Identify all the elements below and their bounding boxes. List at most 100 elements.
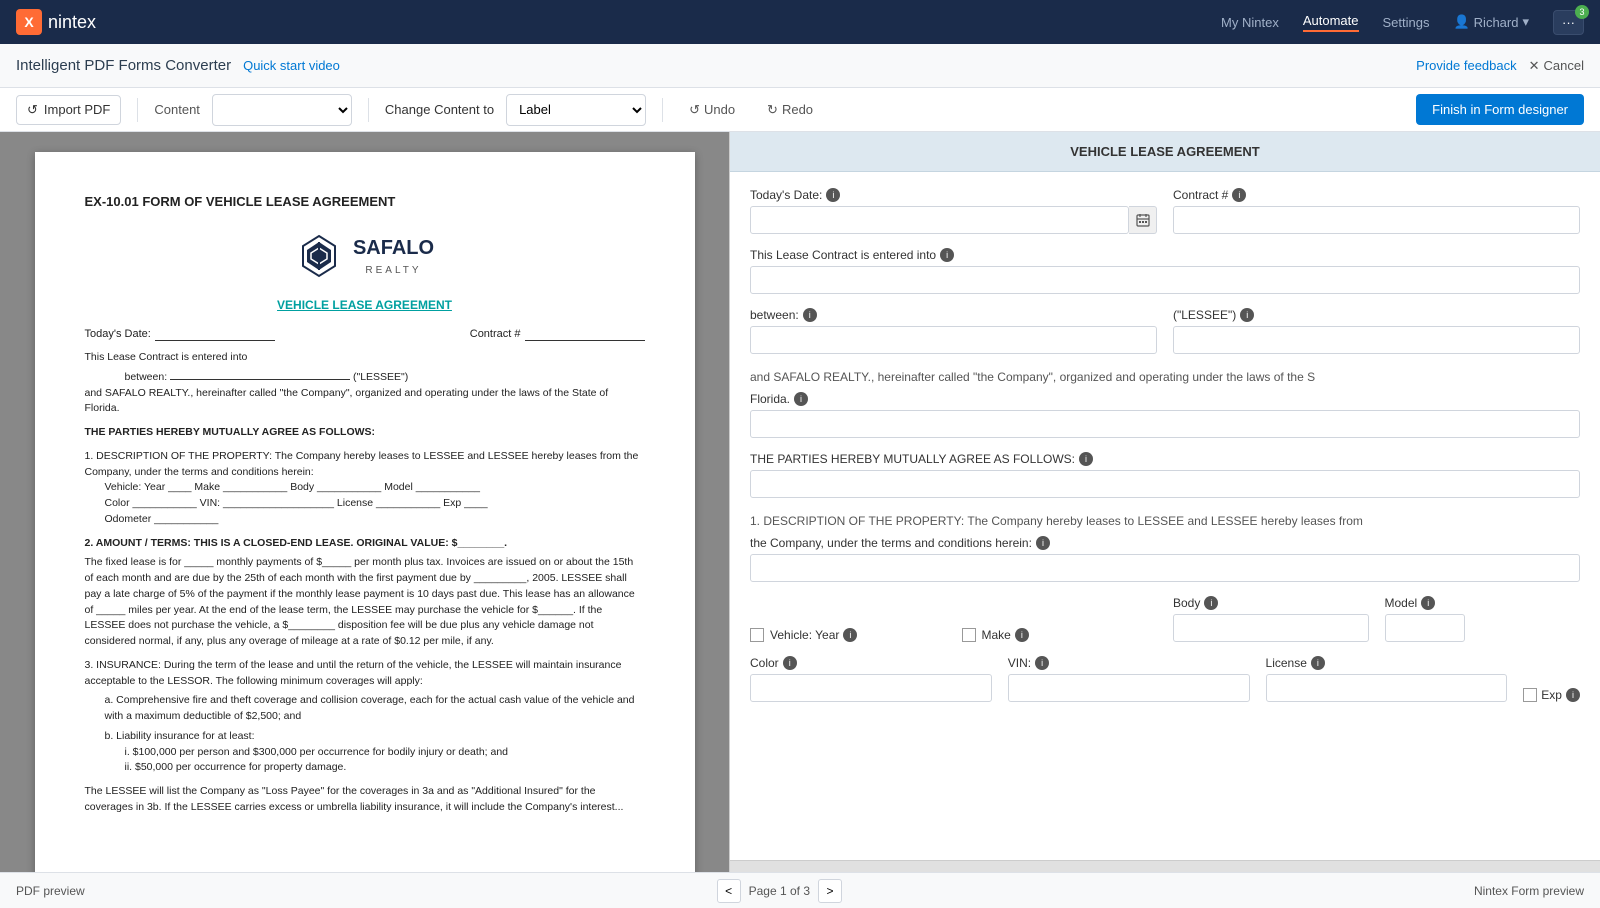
florida-label: Florida. i <box>750 392 1580 406</box>
main-area: EX-10.01 FORM OF VEHICLE LEASE AGREEMENT… <box>0 132 1600 872</box>
content-label: Content <box>154 102 200 117</box>
content-select[interactable] <box>212 94 352 126</box>
pdf-logo-area: SAFALO REALTY <box>85 232 645 280</box>
pdf-doc-title: EX-10.01 FORM OF VEHICLE LEASE AGREEMENT <box>85 192 645 212</box>
lessee-info-icon[interactable]: i <box>1240 308 1254 322</box>
undo-label: Undo <box>704 102 735 117</box>
contract-num-info-icon[interactable]: i <box>1232 188 1246 202</box>
undo-button[interactable]: ↺ Undo <box>679 96 745 124</box>
pdf-scroll-area[interactable]: EX-10.01 FORM OF VEHICLE LEASE AGREEMENT… <box>0 132 729 872</box>
make-check-group: Make i <box>962 596 1158 642</box>
sub-header: Intelligent PDF Forms Converter Quick st… <box>0 44 1600 88</box>
contract-num-label: Contract # i <box>1173 188 1580 202</box>
form-model-group: Model i <box>1385 596 1581 642</box>
florida-info-icon[interactable]: i <box>794 392 808 406</box>
parties-input[interactable] <box>750 470 1580 498</box>
form-lessee-group: ("LESSEE") i <box>1173 308 1580 354</box>
refresh-icon: ↺ <box>27 102 38 118</box>
nav-automate[interactable]: Automate <box>1303 13 1359 32</box>
finish-in-form-designer-button[interactable]: Finish in Form designer <box>1416 94 1584 125</box>
change-content-select[interactable]: Label <box>506 94 646 126</box>
safalo-company-name: SAFALO REALTY <box>353 233 434 278</box>
form-today-date-group: Today's Date: i <box>750 188 1157 234</box>
vin-input[interactable] <box>1008 674 1250 702</box>
pdf-panel: EX-10.01 FORM OF VEHICLE LEASE AGREEMENT… <box>0 132 730 872</box>
form-vehicle-row2: Color i VIN: i License i <box>750 656 1580 702</box>
between-input[interactable] <box>750 326 1157 354</box>
nintex-x-logo: X <box>16 9 42 35</box>
color-info-icon[interactable]: i <box>783 656 797 670</box>
form-horizontal-scrollbar[interactable] <box>730 860 1600 872</box>
prev-page-button[interactable]: < <box>717 879 741 903</box>
redo-button[interactable]: ↻ Redo <box>757 96 823 124</box>
next-page-button[interactable]: > <box>818 879 842 903</box>
company-terms-input[interactable] <box>750 554 1580 582</box>
redo-label: Redo <box>782 102 813 117</box>
pdf-footer-text: The LESSEE will list the Company as "Los… <box>85 784 645 816</box>
sub-header-left: Intelligent PDF Forms Converter Quick st… <box>16 57 340 74</box>
lease-intro-input[interactable] <box>750 266 1580 294</box>
license-input[interactable] <box>1266 674 1508 702</box>
bottom-bar: PDF preview < Page 1 of 3 > Nintex Form … <box>0 872 1600 908</box>
change-content-label: Change Content to <box>385 102 494 117</box>
nav-settings[interactable]: Settings <box>1383 15 1430 30</box>
toolbar-divider-1 <box>137 98 138 122</box>
body-info-icon[interactable]: i <box>1204 596 1218 610</box>
pdf-vehicle-lease-title: VEHICLE LEASE AGREEMENT <box>85 296 645 314</box>
contract-num-input[interactable] <box>1173 206 1580 234</box>
parties-info-icon[interactable]: i <box>1079 452 1093 466</box>
vehicle-year-info-icon[interactable]: i <box>843 628 857 642</box>
pagination: < Page 1 of 3 > <box>717 879 842 903</box>
safalo-text-block: and SAFALO REALTY., hereinafter called "… <box>750 368 1580 386</box>
today-date-wrapper <box>750 206 1157 234</box>
make-label: Make i <box>982 628 1158 642</box>
pdf-contract-field: Contract # <box>470 326 645 343</box>
feedback-link[interactable]: Provide feedback <box>1416 58 1516 73</box>
undo-icon: ↺ <box>689 102 700 118</box>
vin-info-icon[interactable]: i <box>1035 656 1049 670</box>
lease-intro-info-icon[interactable]: i <box>940 248 954 262</box>
more-options-button[interactable]: ··· 3 <box>1553 10 1584 35</box>
form-panel[interactable]: VEHICLE LEASE AGREEMENT Today's Date: i <box>730 132 1600 872</box>
today-date-label: Today's Date: i <box>750 188 1157 202</box>
import-pdf-label: Import PDF <box>44 102 110 117</box>
florida-input[interactable] <box>750 410 1580 438</box>
exp-checkbox[interactable] <box>1523 688 1537 702</box>
safalo-logo-icon <box>295 232 343 280</box>
body-label: Body i <box>1173 596 1369 610</box>
vehicle-year-checkbox[interactable] <box>750 628 764 642</box>
body-input[interactable] <box>1173 614 1369 642</box>
make-info-icon[interactable]: i <box>1015 628 1029 642</box>
company-terms-info-icon[interactable]: i <box>1036 536 1050 550</box>
make-checkbox[interactable] <box>962 628 976 642</box>
user-name: Richard <box>1474 15 1519 30</box>
today-date-input[interactable] <box>750 206 1129 234</box>
model-info-icon[interactable]: i <box>1421 596 1435 610</box>
quick-start-link[interactable]: Quick start video <box>243 58 340 73</box>
color-label: Color i <box>750 656 992 670</box>
close-icon: ✕ <box>1529 58 1540 74</box>
user-chevron-icon: ▾ <box>1522 14 1529 30</box>
import-pdf-button[interactable]: ↺ Import PDF <box>16 95 121 125</box>
page-title: Intelligent PDF Forms Converter <box>16 57 231 74</box>
top-navigation: X nintex My Nintex Automate Settings 👤 R… <box>0 0 1600 44</box>
today-date-info-icon[interactable]: i <box>826 188 840 202</box>
user-menu[interactable]: 👤 Richard ▾ <box>1453 14 1529 30</box>
lease-intro-label: This Lease Contract is entered into i <box>750 248 1580 262</box>
form-florida-row: Florida. i <box>750 392 1580 438</box>
nav-my-nintex[interactable]: My Nintex <box>1221 15 1279 30</box>
vin-label: VIN: i <box>1008 656 1250 670</box>
exp-info-icon[interactable]: i <box>1566 688 1580 702</box>
vehicle-year-check-group: Vehicle: Year i <box>750 596 946 642</box>
lessee-input[interactable] <box>1173 326 1580 354</box>
color-input[interactable] <box>750 674 992 702</box>
pdf-today-date-field: Today's Date: <box>85 326 275 343</box>
cancel-button[interactable]: ✕ Cancel <box>1529 58 1584 74</box>
license-info-icon[interactable]: i <box>1311 656 1325 670</box>
vehicle-year-label: Vehicle: Year i <box>770 628 946 642</box>
model-input[interactable] <box>1385 614 1465 642</box>
calendar-svg <box>1136 213 1150 227</box>
between-info-icon[interactable]: i <box>803 308 817 322</box>
calendar-icon[interactable] <box>1129 206 1157 234</box>
parties-label: THE PARTIES HEREBY MUTUALLY AGREE AS FOL… <box>750 452 1580 466</box>
